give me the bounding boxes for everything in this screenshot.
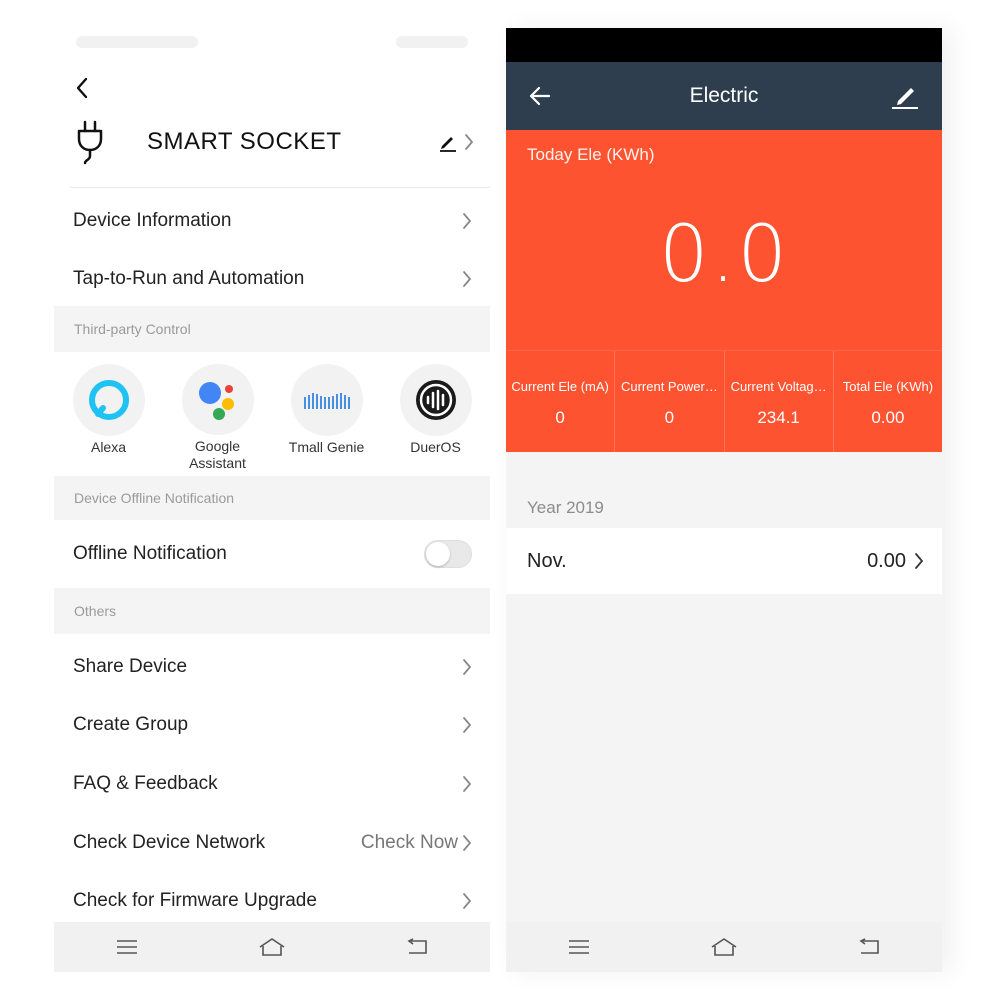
menu-nav-button[interactable] xyxy=(559,932,599,962)
check-now-link[interactable]: Check Now xyxy=(361,832,458,854)
assistant-name: Alexa xyxy=(90,439,127,455)
chevron-right-icon xyxy=(463,835,472,851)
stat-label: Current Power… xyxy=(620,379,718,394)
arrow-left-icon xyxy=(529,86,551,106)
edit-button[interactable] xyxy=(890,82,920,110)
menu-label: Tap-to-Run and Automation xyxy=(73,268,305,289)
menu-share-device[interactable]: Share Device xyxy=(54,638,490,696)
chevron-right-icon xyxy=(463,717,472,733)
top-app-bar: Electric xyxy=(506,62,942,130)
stat-label: Current Ele (mA) xyxy=(511,379,609,394)
stat-current-voltage: Current Voltag… 234.1 xyxy=(723,351,833,452)
stat-current-power: Current Power… 0 xyxy=(614,351,723,452)
stat-value: 0 xyxy=(555,408,565,427)
menu-label: Check Device Network xyxy=(73,832,266,853)
pencil-underline-icon xyxy=(892,88,918,109)
chevron-right-icon xyxy=(465,134,474,150)
third-party-assistants: Alexa Google Assistant Tmall Genie DuerO… xyxy=(54,352,490,472)
chevron-right-icon xyxy=(463,659,472,675)
offline-notification-row: Offline Notification xyxy=(54,520,490,588)
chevron-right-icon xyxy=(463,213,472,229)
tmall-genie-icon xyxy=(290,364,363,436)
system-navbar xyxy=(54,922,490,972)
section-header-offline: Device Offline Notification xyxy=(54,476,490,520)
back-icon xyxy=(859,938,880,954)
offline-notification-label: Offline Notification xyxy=(73,543,227,564)
status-bar-right-blur xyxy=(396,36,468,48)
menu-label: Share Device xyxy=(73,656,188,677)
stat-total-ele: Total Ele (KWh) 0.00 xyxy=(832,351,942,452)
stat-value: 234.1 xyxy=(757,408,800,427)
stat-label: Current Voltag… xyxy=(730,379,827,394)
menu-label: Check for Firmware Upgrade xyxy=(73,890,317,911)
chevron-left-icon xyxy=(76,77,88,99)
home-icon xyxy=(259,938,285,956)
chevron-right-icon xyxy=(463,776,472,792)
toggle-knob xyxy=(426,542,450,566)
plug-icon xyxy=(70,118,110,166)
home-icon xyxy=(711,938,737,956)
menu-faq-feedback[interactable]: FAQ & Feedback xyxy=(54,755,490,813)
stat-value: 0 xyxy=(664,408,675,427)
chevron-right-icon xyxy=(463,271,472,287)
month-value: 0.00 xyxy=(867,549,906,572)
alexa-icon xyxy=(72,364,145,436)
device-settings-screen: SMART SOCKET Device Information Tap-to-R… xyxy=(54,28,490,972)
menu-check-device-network[interactable]: Check Device Network Check Now xyxy=(54,814,490,872)
menu-label: Device Information xyxy=(73,210,232,231)
assistant-tmall-genie[interactable]: Tmall Genie xyxy=(272,352,381,472)
section-header-third-party: Third-party Control xyxy=(54,306,490,352)
month-label: Nov. xyxy=(527,549,567,572)
screen-title: Electric xyxy=(689,84,759,107)
menu-device-information[interactable]: Device Information xyxy=(54,192,490,250)
menu-create-group[interactable]: Create Group xyxy=(54,696,490,754)
assistant-name: DuerOS xyxy=(410,439,461,455)
stat-label: Total Ele (KWh) xyxy=(842,379,934,394)
back-icon xyxy=(407,938,428,954)
chevron-right-icon xyxy=(915,553,924,569)
month-row-nov[interactable]: Nov. 0.00 xyxy=(506,528,942,594)
assistant-google[interactable]: Google Assistant xyxy=(163,352,272,472)
assistant-dueros[interactable]: DuerOS xyxy=(381,352,490,472)
menu-nav-button[interactable] xyxy=(107,932,147,962)
google-assistant-icon xyxy=(181,364,254,435)
edit-device-name-button[interactable] xyxy=(438,132,474,152)
back-button[interactable] xyxy=(70,76,94,100)
stats-row: Current Ele (mA) 0 Current Power… 0 Curr… xyxy=(506,350,942,452)
dueros-icon xyxy=(399,364,472,436)
status-bar-left-blur xyxy=(76,36,198,48)
today-value: 0.0 xyxy=(658,210,790,300)
home-nav-button[interactable] xyxy=(252,932,292,962)
header-divider xyxy=(70,187,490,188)
device-name: SMART SOCKET xyxy=(147,128,342,155)
today-electricity-panel: Today Ele (KWh) 0.0 Current Ele (mA) 0 C… xyxy=(506,130,942,452)
stat-value: 0.00 xyxy=(871,408,905,427)
menu-icon xyxy=(568,940,589,954)
back-nav-button[interactable] xyxy=(849,932,889,962)
electric-screen: Electric Today Ele (KWh) 0.0 Current Ele… xyxy=(506,28,942,972)
assistant-name: Google Assistant xyxy=(189,438,246,471)
section-header-others: Others xyxy=(54,588,490,634)
assistant-name: Tmall Genie xyxy=(288,439,365,455)
today-caption: Today Ele (KWh) xyxy=(527,145,655,164)
menu-label: FAQ & Feedback xyxy=(73,773,218,794)
pencil-icon xyxy=(440,137,456,152)
status-bar xyxy=(506,28,942,62)
menu-label: Create Group xyxy=(73,714,189,735)
menu-icon xyxy=(116,940,137,954)
chevron-right-icon xyxy=(463,893,472,909)
back-button[interactable] xyxy=(528,84,552,108)
stat-current-ele: Current Ele (mA) 0 xyxy=(506,351,614,452)
assistant-alexa[interactable]: Alexa xyxy=(54,352,163,472)
system-navbar xyxy=(506,922,942,972)
offline-notification-toggle[interactable] xyxy=(424,540,472,568)
back-nav-button[interactable] xyxy=(397,932,437,962)
home-nav-button[interactable] xyxy=(704,932,744,962)
menu-tap-to-run[interactable]: Tap-to-Run and Automation xyxy=(54,250,490,308)
device-header[interactable]: SMART SOCKET xyxy=(70,116,474,168)
year-label: Year 2019 xyxy=(527,498,604,517)
